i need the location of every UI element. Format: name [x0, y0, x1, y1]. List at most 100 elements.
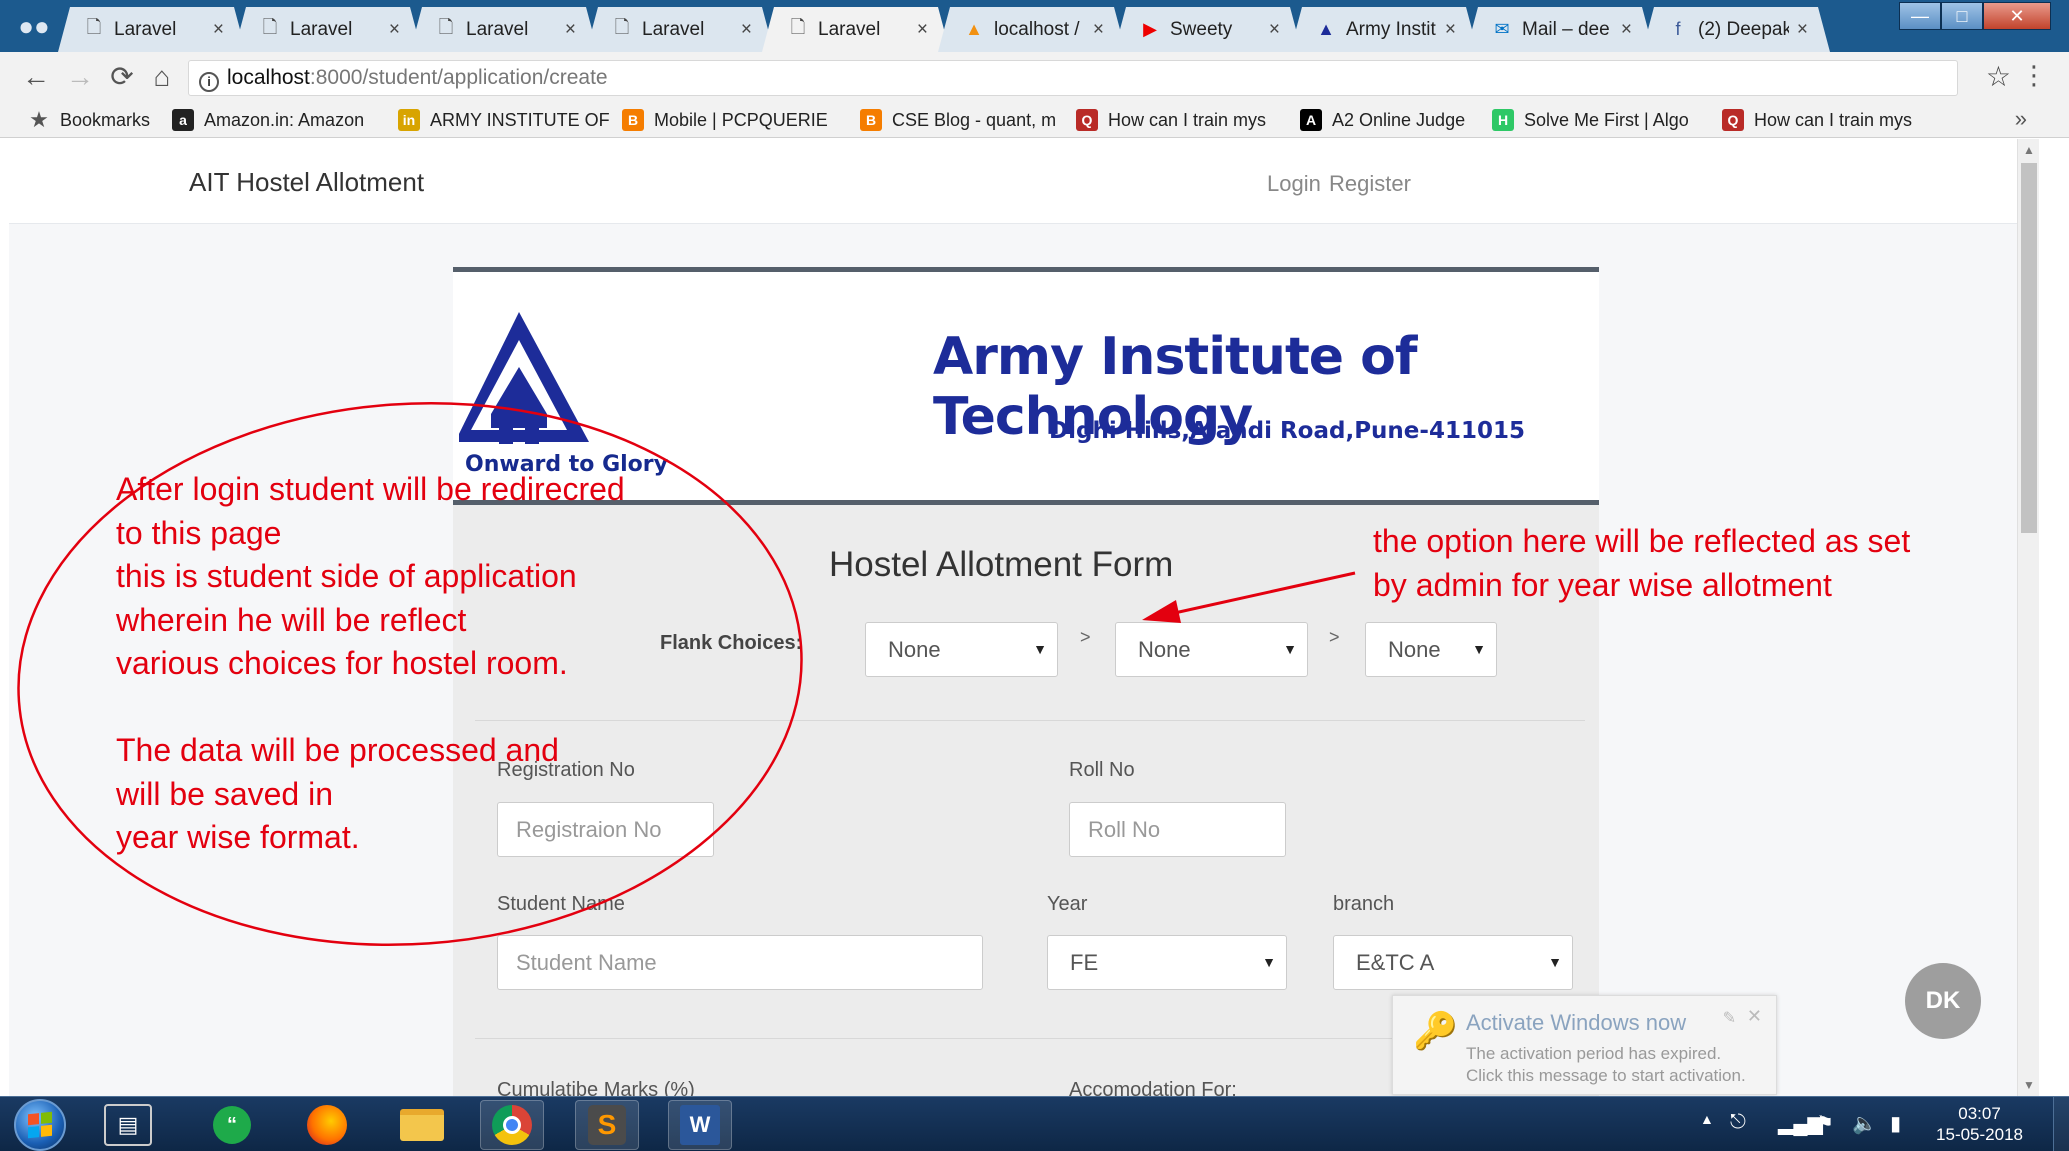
close-tab-icon[interactable]: ×	[1445, 19, 1456, 41]
flank-choices-label: Flank Choices:	[660, 632, 803, 654]
bookmark-star-icon[interactable]: ☆	[1986, 60, 2011, 93]
bookmark-item[interactable]: A A2 Online Judge	[1300, 106, 1465, 134]
browser-tab[interactable]: 🗋 Laravel ×	[234, 7, 422, 52]
browser-tab[interactable]: 🗋 Laravel ×	[410, 7, 598, 52]
roll-input[interactable]: Roll No	[1069, 802, 1286, 857]
scroll-down-icon[interactable]: ▼	[2018, 1078, 2039, 1092]
windows-activation-toast[interactable]: 🔑 Activate Windows now ✎ ✕ The activatio…	[1392, 995, 1777, 1095]
bookmark-label: Solve Me First | Algo	[1524, 109, 1689, 130]
close-tab-icon[interactable]: ×	[741, 19, 752, 41]
close-window-button[interactable]: ✕	[1983, 2, 2051, 30]
url-path: :8000/student/application/create	[309, 66, 608, 89]
flank-choice-3-select[interactable]: None ▼	[1365, 622, 1497, 677]
branch-select[interactable]: E&TC A ▼	[1333, 935, 1573, 990]
windows-taskbar: ▤ “ S W ▲ ⎋ ▂▄▆ ⚑ 🔈 ▮ 03:07 15-05-2018	[0, 1096, 2069, 1151]
window-controls: — □ ✕	[1899, 2, 2051, 30]
bookmark-label: How can I train mys	[1108, 109, 1267, 130]
scrollbar-thumb[interactable]	[2021, 163, 2037, 533]
file-explorer-icon[interactable]	[390, 1100, 454, 1150]
close-tab-icon[interactable]: ×	[389, 19, 400, 41]
activation-line-1: The activation period has expired.	[1466, 1044, 1722, 1063]
student-name-label: Student Name	[497, 893, 625, 915]
power-icon[interactable]: ▮	[1890, 1111, 1901, 1136]
start-button[interactable]	[14, 1099, 66, 1151]
scroll-up-icon[interactable]: ▲	[2018, 143, 2039, 157]
bookmark-item[interactable]: Q How can I train mys	[1722, 106, 1912, 134]
avatar[interactable]: DK	[1905, 963, 1981, 1039]
maximize-button[interactable]: □	[1941, 2, 1983, 30]
close-icon[interactable]: ✕	[1747, 1006, 1762, 1027]
bookmark-item[interactable]: Q How can I train mys	[1076, 106, 1266, 134]
browser-tab[interactable]: 🗋 Laravel ×	[586, 7, 774, 52]
minimize-button[interactable]: —	[1899, 2, 1941, 30]
browser-tab[interactable]: ▲ Army Instit ×	[1290, 7, 1478, 52]
close-tab-icon[interactable]: ×	[1797, 19, 1808, 41]
login-link[interactable]: Login	[1267, 171, 1321, 197]
sublime-text-icon[interactable]: S	[575, 1100, 639, 1150]
close-tab-icon[interactable]: ×	[1093, 19, 1104, 41]
page-scrollbar[interactable]: ▲ ▼	[2017, 139, 2039, 1096]
tray-expand-icon[interactable]: ▲	[1700, 1111, 1714, 1127]
bookmark-label: Mobile | PCPQUERIE	[654, 109, 828, 130]
student-name-input[interactable]: Student Name	[497, 935, 983, 990]
close-tab-icon[interactable]: ×	[565, 19, 576, 41]
chrome-icon[interactable]	[480, 1100, 544, 1150]
tab-title: Laravel	[818, 18, 881, 40]
annotation-line: by admin for year wise allotment	[1373, 566, 1832, 603]
browser-tab[interactable]: ▶ Sweety ×	[1114, 7, 1302, 52]
flank-choice-3-value: None	[1388, 637, 1441, 662]
hangouts-icon[interactable]: “	[200, 1100, 264, 1150]
close-tab-icon[interactable]: ×	[213, 19, 224, 41]
back-icon[interactable]: ←	[18, 59, 54, 95]
keys-icon: 🔑	[1413, 1010, 1458, 1051]
pin-icon[interactable]: ✎	[1723, 1008, 1736, 1028]
year-select[interactable]: FE ▼	[1047, 935, 1287, 990]
tab-title: Laravel	[290, 18, 353, 40]
close-tab-icon[interactable]: ×	[1269, 19, 1280, 41]
bookmark-favicon-icon: in	[398, 109, 420, 131]
menu-icon[interactable]: ⋮	[2021, 60, 2047, 91]
network-key-icon[interactable]: ⎋	[1730, 1111, 1746, 1134]
home-icon[interactable]: ⌂	[144, 59, 180, 95]
word-icon[interactable]: W	[668, 1100, 732, 1150]
firefox-icon[interactable]	[295, 1100, 359, 1150]
year-label: Year	[1047, 893, 1088, 915]
close-tab-icon[interactable]: ×	[1621, 19, 1632, 41]
bookmark-item[interactable]: B CSE Blog - quant, m	[860, 106, 1056, 134]
show-desktop-button[interactable]	[2053, 1097, 2069, 1151]
brand-link[interactable]: AIT Hostel Allotment	[189, 167, 424, 198]
taskbar-clock[interactable]: 03:07 15-05-2018	[1936, 1103, 2023, 1145]
register-link[interactable]: Register	[1329, 171, 1411, 197]
bookmark-item[interactable]: ★ Bookmarks	[28, 106, 150, 134]
bookmark-label: Bookmarks	[60, 109, 151, 130]
volume-icon[interactable]: 🔈	[1852, 1111, 1877, 1136]
close-tab-icon[interactable]: ×	[917, 19, 928, 41]
chevron-down-icon: ▼	[1262, 954, 1276, 970]
clock-date: 15-05-2018	[1936, 1125, 2023, 1144]
url-input[interactable]: i localhost:8000/student/application/crea…	[188, 60, 1958, 96]
chevron-down-icon: ▼	[1283, 641, 1297, 657]
choice-separator: >	[1329, 627, 1340, 647]
bookmark-item[interactable]: B Mobile | PCPQUERIE	[622, 106, 828, 134]
url-host: localhost	[227, 66, 310, 89]
browser-tab[interactable]: ▲ localhost / ×	[938, 7, 1126, 52]
browser-tab[interactable]: 🗋 Laravel ×	[58, 7, 246, 52]
info-icon[interactable]: i	[199, 72, 219, 92]
forward-icon[interactable]: →	[62, 59, 98, 95]
cmd-icon[interactable]: ▤	[104, 1104, 152, 1146]
browser-tab-strip: ●● 🗋 Laravel × 🗋 Laravel × 🗋 Laravel × 🗋 Laravel × 🗋…	[0, 0, 2069, 52]
flank-choice-2-select[interactable]: None ▼	[1115, 622, 1308, 677]
browser-tab[interactable]: f (2) Deepak ×	[1642, 7, 1830, 52]
more-bookmarks-icon[interactable]: »	[2015, 106, 2027, 132]
flank-choice-1-select[interactable]: None ▼	[865, 622, 1058, 677]
bookmark-item[interactable]: in ARMY INSTITUTE OF	[398, 106, 610, 134]
action-center-flag-icon[interactable]: ⚑	[1816, 1111, 1834, 1136]
bookmark-item[interactable]: a Amazon.in: Amazon	[172, 106, 364, 134]
tab-title: Army Instit	[1346, 18, 1436, 40]
windows-logo-icon	[28, 1111, 52, 1139]
browser-tab[interactable]: ✉ Mail – dee ×	[1466, 7, 1654, 52]
institute-address: Dighi Hills,Alandi Road,Pune-411015	[1049, 418, 1525, 444]
bookmark-item[interactable]: H Solve Me First | Algo	[1492, 106, 1689, 134]
browser-tab[interactable]: 🗋 Laravel ×	[762, 7, 950, 52]
reload-icon[interactable]: ⟳	[104, 59, 140, 95]
